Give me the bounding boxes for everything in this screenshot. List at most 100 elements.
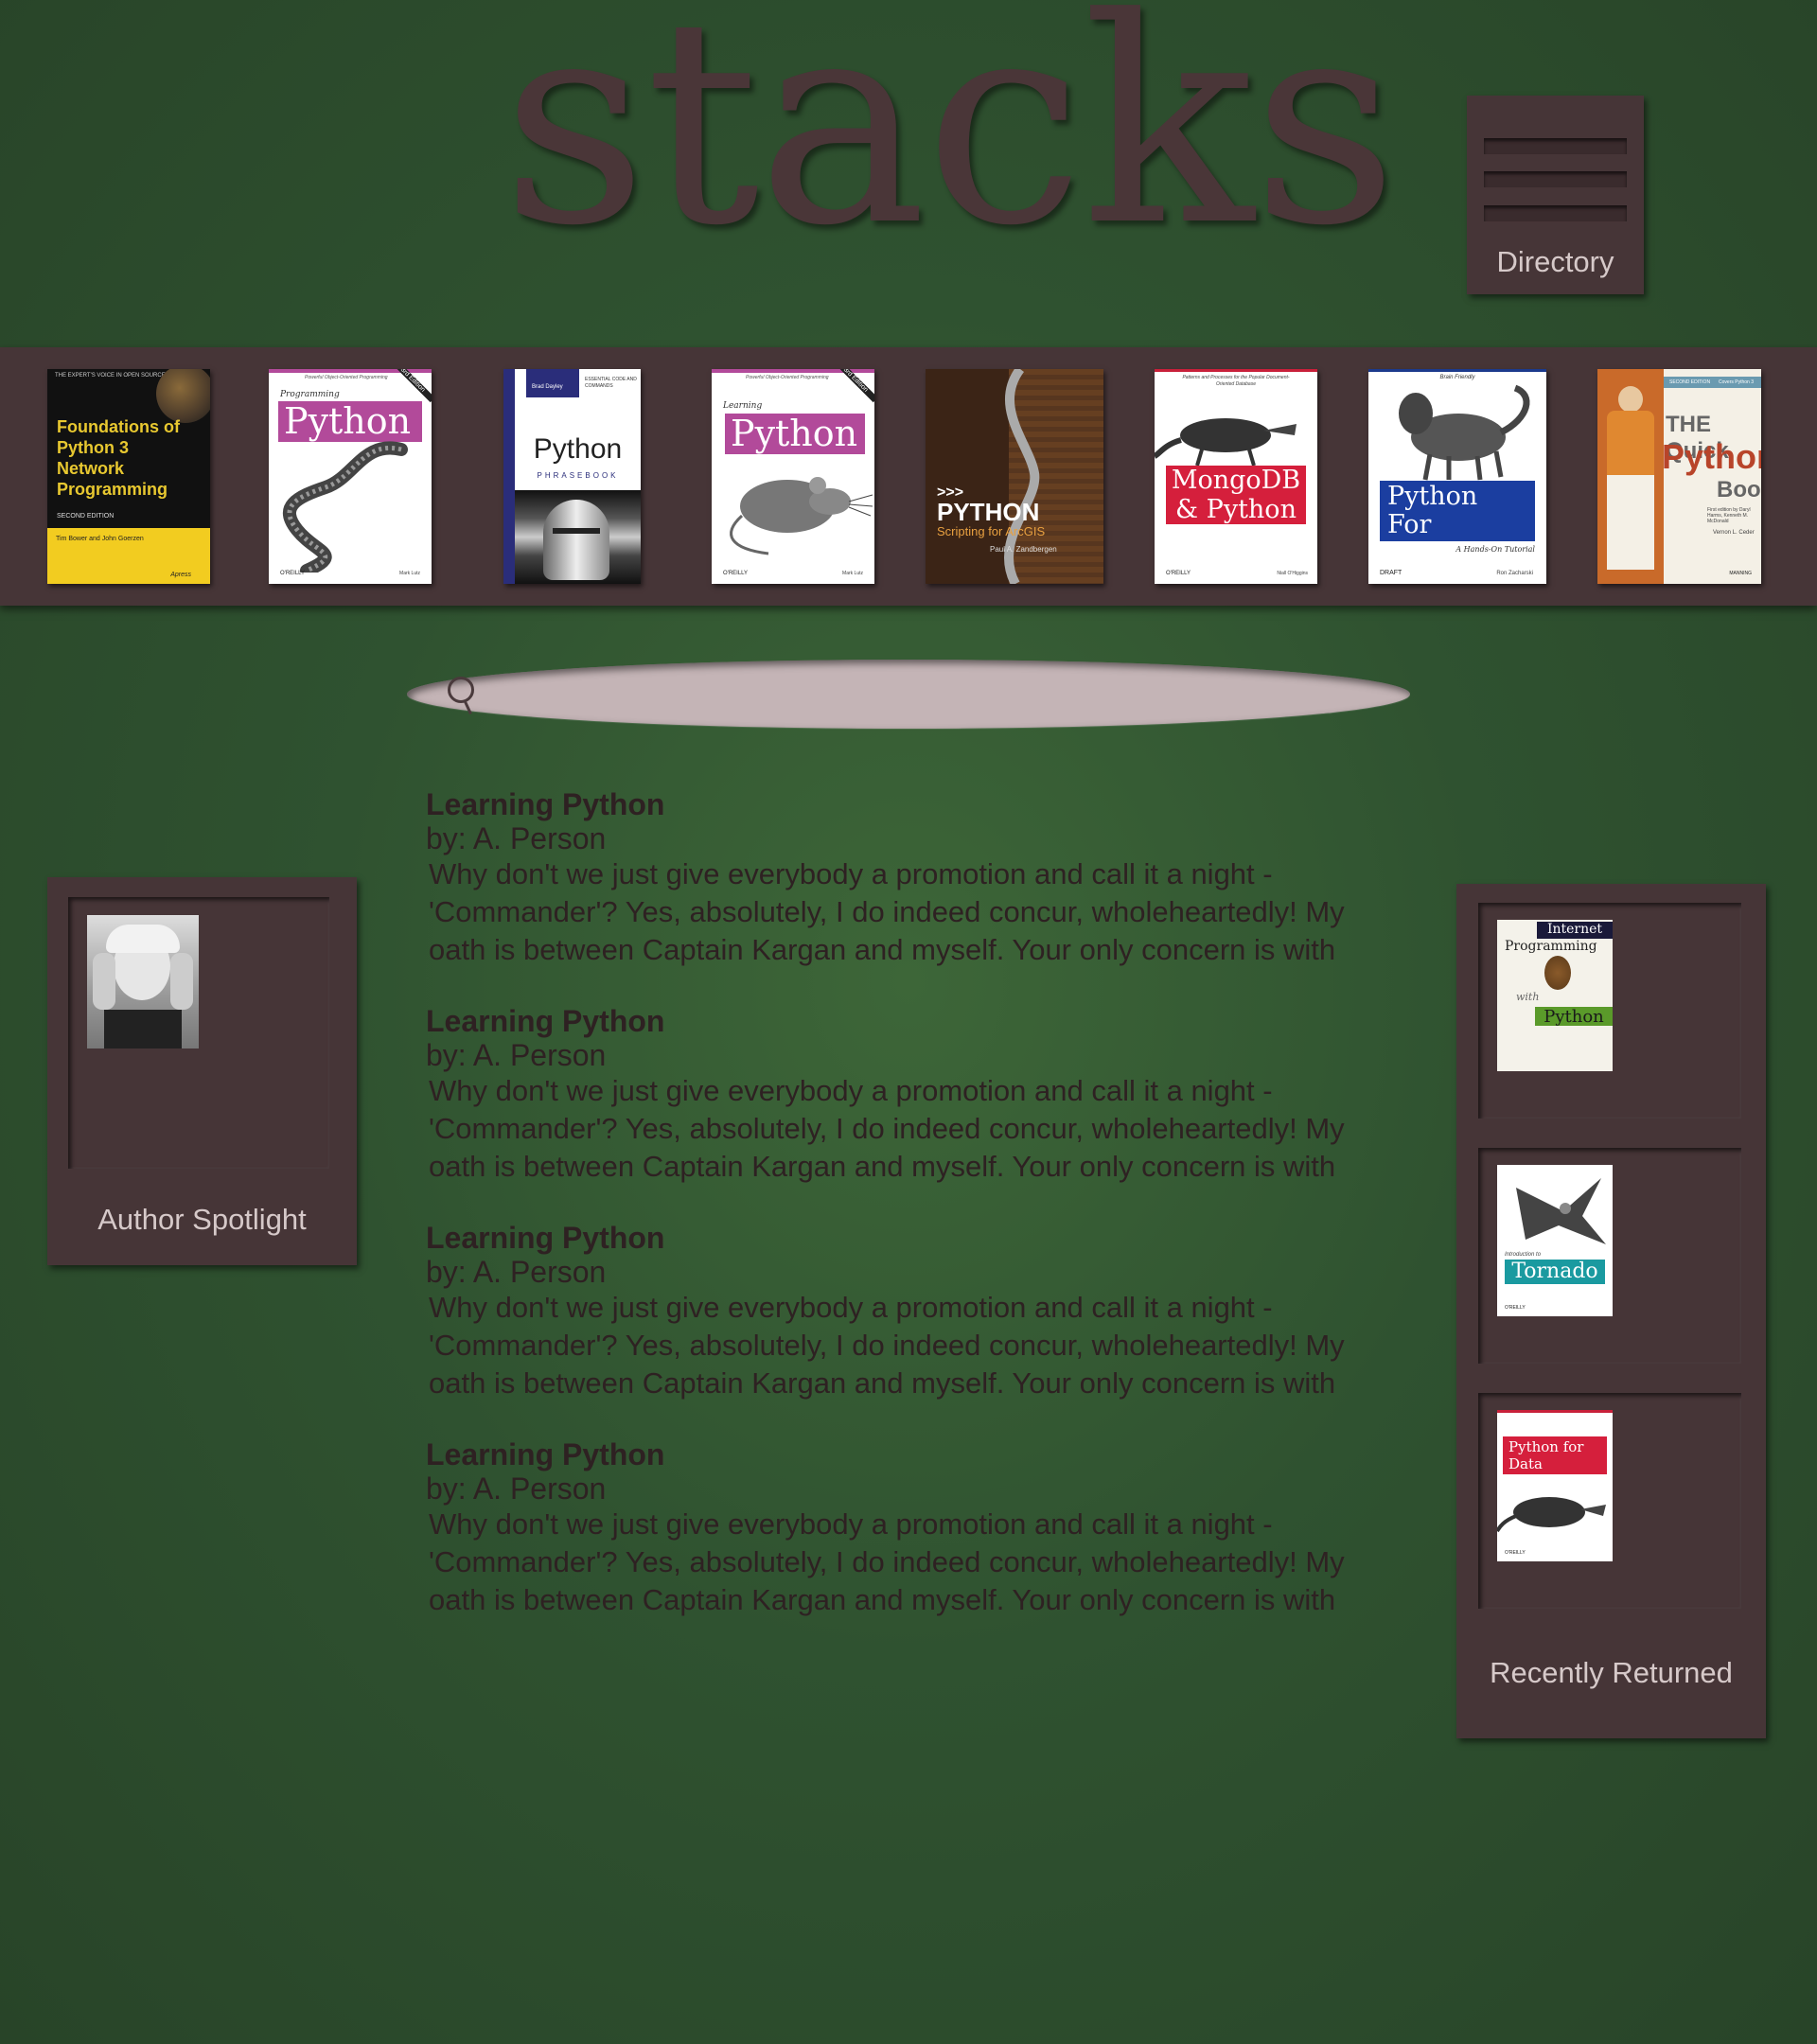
book-cover-title: Foundations of Python 3 Network Programm…	[57, 417, 180, 499]
book-cover-author: Vernon L. Ceder	[1713, 530, 1755, 536]
edition-badge: 3rd Edition	[390, 369, 432, 403]
book-cover-title: Python	[533, 433, 623, 465]
result-item[interactable]: Learning Python by: A. Person Why don't …	[426, 1004, 1391, 1221]
book-cover-title: MongoDB & Python	[1166, 466, 1306, 524]
author-spotlight-frame	[68, 897, 329, 1169]
result-excerpt: Why don't we just give everybody a promo…	[429, 1507, 1345, 1616]
book-cover[interactable]: Patterns and Processes for the Popular D…	[1155, 369, 1317, 584]
book-cover-series: Powerful Object-Oriented Programming	[746, 375, 829, 380]
shrew-illustration	[1497, 1497, 1606, 1533]
book-cover-author: Ron Zacharski	[1496, 571, 1533, 576]
book-cover-tag: ESSENTIAL CODE AND COMMANDS	[585, 377, 637, 389]
book-cover-intro: Introduction to	[1505, 1252, 1542, 1258]
menu-icon	[1484, 171, 1627, 187]
recent-book-slot[interactable]: Introduction to Tornado O'REILLY	[1478, 1148, 1741, 1364]
rat-illustration	[730, 477, 873, 555]
result-item[interactable]: Learning Python by: A. Person Why don't …	[426, 787, 1391, 1004]
site-logo[interactable]: stacks	[502, 0, 1398, 265]
book-cover[interactable]: >>> PYTHON Scripting for ArcGIS Paul A. …	[926, 369, 1103, 584]
recently-returned-panel: Internet Programming with Python Introdu…	[1456, 884, 1766, 1738]
book-cover-author-block: Brad Dayley	[526, 369, 579, 397]
book-cover-publisher: Apress	[170, 572, 191, 578]
book-cover-publisher: O'REILLY	[723, 571, 749, 576]
result-author: by: A. Person	[426, 821, 607, 855]
result-author: by: A. Person	[426, 1255, 607, 1289]
recent-book-slot[interactable]: Python for Data Analysis O'REILLY	[1478, 1393, 1741, 1609]
book-cover[interactable]: THE EXPERT'S VOICE IN OPEN SOURCE Founda…	[47, 369, 210, 584]
result-title[interactable]: Learning Python	[426, 1004, 1391, 1038]
book-cover-title: Tornado	[1505, 1260, 1605, 1284]
book-cover-author: Paul A. Zandbergen	[990, 545, 1057, 554]
recent-book-cover[interactable]: Introduction to Tornado O'REILLY	[1497, 1165, 1613, 1316]
book-cover-credits: First edition by Daryl Harms, Kenneth M.…	[1707, 507, 1751, 524]
search-icon[interactable]	[448, 677, 474, 703]
result-item[interactable]: Learning Python by: A. Person Why don't …	[426, 1437, 1391, 1654]
book-cover-title: PYTHON	[937, 498, 1040, 526]
book-cover-publisher: O'REILLY	[280, 571, 306, 576]
book-cover-tag: DRAFT	[1380, 570, 1402, 576]
book-cover-spine	[503, 369, 515, 584]
recent-book-slot[interactable]: Internet Programming with Python	[1478, 903, 1741, 1119]
recently-returned-label: Recently Returned	[1490, 1656, 1733, 1689]
book-cover-title-3: Python	[1535, 1007, 1613, 1027]
book-cover-author: Brad Dayley	[532, 384, 563, 390]
book-cover-title: Python	[1662, 437, 1761, 476]
book-cover-author: Niall O'Higgins	[1277, 571, 1308, 576]
recent-book-cover[interactable]: Internet Programming with Python	[1497, 920, 1613, 1071]
author-photo[interactable]	[87, 915, 199, 1048]
result-title[interactable]: Learning Python	[426, 787, 1391, 821]
book-cover-subtitle: A Hands-On Tutorial	[1455, 545, 1535, 554]
result-author: by: A. Person	[426, 1471, 607, 1506]
book-cover-stripe	[1155, 369, 1317, 372]
result-author: by: A. Person	[426, 1038, 607, 1072]
knight-helmet-image	[515, 490, 641, 584]
book-cover-author: Mark Lutz	[842, 571, 863, 576]
book-cover-edition: SECOND EDITION	[57, 513, 115, 520]
book-cover-series: SECOND EDITION	[1669, 379, 1711, 385]
book-cover[interactable]: Powerful Object-Oriented Programming 3rd…	[712, 369, 874, 584]
menu-icon	[1484, 205, 1627, 221]
search-bar[interactable]	[407, 660, 1410, 729]
book-cover-stripe	[1497, 1410, 1613, 1413]
result-excerpt: Why don't we just give everybody a promo…	[429, 1074, 1345, 1183]
costume-figure-illustration	[1597, 369, 1664, 584]
book-cover-series: Powerful Object-Oriented Programming	[305, 375, 388, 380]
book-cover-with: with	[1516, 991, 1540, 1003]
book-cover-title: Python	[725, 414, 865, 454]
book-cover-pre: Learning	[723, 401, 763, 411]
book-cover-title: Python For Linguists	[1380, 481, 1535, 568]
result-item[interactable]: Learning Python by: A. Person Why don't …	[426, 1221, 1391, 1437]
directory-button[interactable]: Directory	[1467, 96, 1644, 294]
book-cover-footer: Tim Bower and John Goerzen Apress	[47, 528, 210, 584]
directory-label: Directory	[1496, 245, 1614, 278]
book-cover[interactable]: Brad Dayley ESSENTIAL CODE AND COMMANDS …	[503, 369, 641, 584]
book-cover[interactable]: Brain Friendly Python For Linguists A Ha…	[1368, 369, 1546, 584]
book-cover-title-2: Programming	[1505, 939, 1597, 954]
dog-illustration	[1399, 384, 1530, 481]
recent-book-cover[interactable]: Python for Data Analysis O'REILLY	[1497, 1410, 1613, 1561]
book-cover[interactable]: SECOND EDITION Covers Python 3 THE Quick…	[1597, 369, 1761, 584]
book-cover-author: Mark Lutz	[399, 571, 420, 576]
search-results: Learning Python by: A. Person Why don't …	[426, 787, 1391, 1654]
book-cover-subtitle: PHRASEBOOK	[537, 471, 619, 480]
book-cover-title: Python	[278, 401, 422, 442]
book-cover-publisher: O'REILLY	[1505, 1305, 1526, 1311]
book-cover-authors: Tim Bower and John Goerzen	[56, 536, 144, 542]
book-cover-publisher: O'REILLY	[1166, 571, 1191, 576]
author-spotlight-panel[interactable]: Author Spotlight	[47, 877, 357, 1265]
book-cover-series-2: Covers Python 3	[1719, 379, 1754, 385]
search-input[interactable]	[492, 673, 1367, 716]
book-cover-title: Internet	[1537, 922, 1613, 939]
book-cover[interactable]: Powerful Object-Oriented Programming 3rd…	[269, 369, 432, 584]
book-cover-publisher: MANNING	[1729, 571, 1752, 576]
result-title[interactable]: Learning Python	[426, 1221, 1391, 1255]
hawk-illustration	[1516, 1178, 1606, 1244]
book-cover-pre: Programming	[280, 390, 340, 399]
book-cover-header-bar: SECOND EDITION Covers Python 3	[1656, 377, 1761, 388]
mongoose-illustration	[1155, 418, 1297, 467]
book-cover-title: Python for Data Analysis	[1503, 1436, 1607, 1489]
result-excerpt: Why don't we just give everybody a promo…	[429, 857, 1345, 966]
edition-badge: 3rd Edition	[833, 369, 874, 403]
book-cover-series: Patterns and Processes for the Popular D…	[1182, 375, 1290, 387]
result-title[interactable]: Learning Python	[426, 1437, 1391, 1471]
